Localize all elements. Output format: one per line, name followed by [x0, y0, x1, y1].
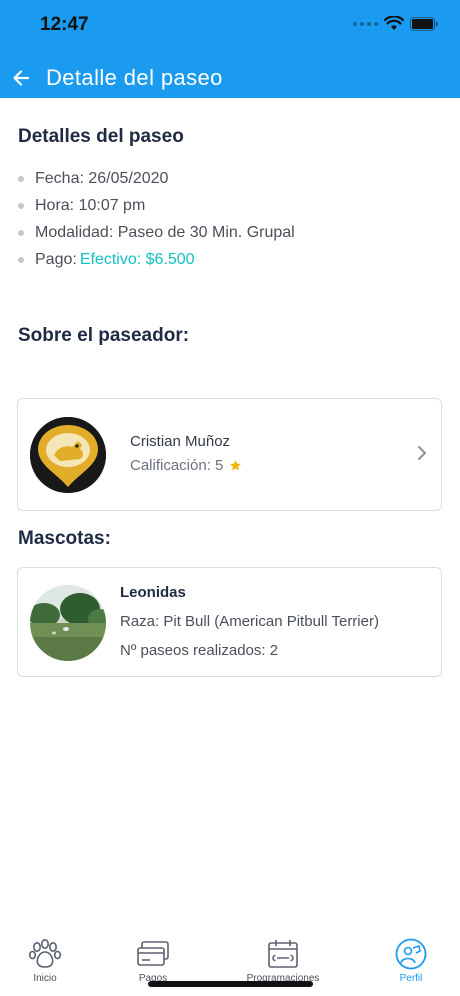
battery-icon — [410, 16, 438, 31]
pet-photo — [30, 585, 106, 661]
chevron-right-icon — [418, 446, 426, 460]
detail-time: Hora: 10:07 pm — [18, 192, 295, 219]
pet-card[interactable]: Leonidas Raza: Pit Bull (American Pitbul… — [17, 567, 442, 677]
walker-avatar — [30, 417, 106, 493]
calendar-bone-icon — [268, 940, 298, 968]
pets-section-title: Mascotas: — [18, 528, 111, 549]
home-indicator — [148, 981, 313, 987]
app-header: 12:47 Detalle del paseo — [0, 0, 460, 98]
profile-icon — [395, 938, 427, 970]
signal-icon — [353, 21, 378, 26]
walker-rating: Calificación: 5 — [130, 457, 242, 474]
bullet — [18, 175, 24, 182]
cards-icon — [137, 941, 169, 966]
tab-label: Inicio — [33, 973, 57, 984]
tab-programaciones[interactable]: Programaciones — [243, 938, 323, 984]
bullet — [18, 256, 24, 263]
nav-bar: Detalle del paseo — [0, 60, 460, 96]
details-section-title: Detalles del paseo — [18, 126, 184, 147]
mode-text: Modalidad: Paseo de 30 Min. Grupal — [35, 223, 295, 241]
arrow-left-icon — [13, 70, 30, 86]
time-text: Hora: 10:07 pm — [35, 196, 146, 214]
star-icon — [230, 460, 242, 471]
bullet — [18, 202, 24, 209]
detail-payment: Pago: Efectivo: $6.500 — [18, 246, 295, 273]
rating-text: Calificación: 5 — [130, 457, 224, 474]
details-list: Fecha: 26/05/2020 Hora: 10:07 pm Modalid… — [18, 165, 295, 273]
status-time: 12:47 — [40, 14, 89, 35]
tab-inicio[interactable]: Inicio — [28, 938, 62, 984]
wifi-icon — [384, 16, 404, 31]
detail-date: Fecha: 26/05/2020 — [18, 165, 295, 192]
tab-perfil[interactable]: Perfil — [394, 938, 428, 984]
pet-name: Leonidas — [120, 584, 186, 601]
pet-walk-count: Nº paseos realizados: 2 — [120, 642, 279, 659]
tab-label: Perfil — [399, 973, 423, 984]
page-title: Detalle del paseo — [46, 65, 223, 90]
tab-pagos[interactable]: Pagos — [136, 938, 170, 984]
detail-mode: Modalidad: Paseo de 30 Min. Grupal — [18, 219, 295, 246]
pet-breed: Raza: Pit Bull (American Pitbull Terrier… — [120, 613, 379, 630]
payment-value: Efectivo: $6.500 — [79, 250, 195, 268]
walker-name: Cristian Muñoz — [130, 433, 231, 450]
paw-icon — [28, 939, 62, 968]
walker-card[interactable]: Cristian Muñoz Calificación: 5 — [17, 398, 442, 511]
date-text: Fecha: 26/05/2020 — [35, 169, 169, 187]
walker-section-title: Sobre el paseador: — [18, 325, 190, 346]
payment-label: Pago: — [35, 250, 77, 268]
status-icons — [353, 16, 438, 31]
bullet — [18, 229, 24, 236]
back-button[interactable] — [4, 61, 38, 95]
